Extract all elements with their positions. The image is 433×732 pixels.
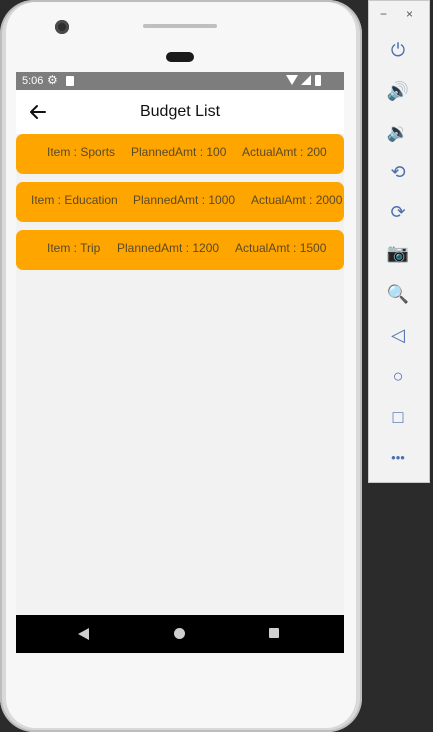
front-camera xyxy=(55,20,69,34)
planned-amount: PlannedAmt : 1200 xyxy=(117,241,220,255)
home-icon[interactable]: ○ xyxy=(384,362,412,390)
overview-icon[interactable]: □ xyxy=(384,403,412,431)
rotate-left-icon[interactable]: ⟲ xyxy=(384,158,412,186)
nav-back-icon[interactable] xyxy=(78,628,89,640)
budget-card-education[interactable]: Item : Education PlannedAmt : 1000 Actua… xyxy=(16,182,344,222)
nav-recents-icon[interactable] xyxy=(269,628,279,638)
camera-icon[interactable]: 📷 xyxy=(384,239,412,267)
zoom-icon[interactable]: 🔍 xyxy=(384,280,412,308)
close-button[interactable]: × xyxy=(406,7,413,21)
more-icon[interactable]: ••• xyxy=(384,443,412,471)
actual-amount: ActualAmt : 1500 xyxy=(235,241,327,255)
actual-amount: ActualAmt : 200 xyxy=(242,145,327,159)
actual-amount: ActualAmt : 2000 xyxy=(251,193,343,207)
system-nav-bar xyxy=(16,615,344,653)
item-label: Item : Sports xyxy=(47,145,116,159)
earpiece xyxy=(166,52,194,62)
volume-down-icon[interactable]: 🔉 xyxy=(384,118,412,146)
minimize-button[interactable]: − xyxy=(380,7,387,21)
signal-icon xyxy=(301,75,311,85)
speaker-grille xyxy=(143,24,217,28)
item-label: Item : Trip xyxy=(47,241,101,255)
back-icon[interactable]: ◁ xyxy=(384,321,412,349)
device-screen: 5:06 ⚙ Budget List Item : Sports Planned… xyxy=(16,72,344,654)
app-bar: Budget List xyxy=(16,90,344,134)
battery-icon xyxy=(315,75,321,86)
device-frame: 5:06 ⚙ Budget List Item : Sports Planned… xyxy=(0,0,362,732)
item-label: Item : Education xyxy=(31,193,118,207)
emulator-controls: − × ⏻ 🔊 🔉 ⟲ ⟳ 📷 🔍 ◁ ○ □ ••• xyxy=(368,0,430,483)
budget-card-sports[interactable]: Item : Sports PlannedAmt : 100 ActualAmt… xyxy=(16,134,344,174)
planned-amount: PlannedAmt : 1000 xyxy=(133,193,236,207)
page-title: Budget List xyxy=(139,103,221,120)
status-bar: 5:06 ⚙ xyxy=(16,72,344,90)
budget-card-trip[interactable]: Item : Trip PlannedAmt : 1200 ActualAmt … xyxy=(16,230,344,270)
status-time: 5:06 xyxy=(22,75,44,87)
sd-card-icon xyxy=(66,76,74,86)
volume-up-icon[interactable]: 🔊 xyxy=(384,77,412,105)
planned-amount: PlannedAmt : 100 xyxy=(131,145,227,159)
nav-home-icon[interactable] xyxy=(174,628,185,639)
power-icon[interactable]: ⏻ xyxy=(384,36,412,64)
rotate-right-icon[interactable]: ⟳ xyxy=(384,198,412,226)
settings-status-icon: ⚙ xyxy=(47,73,58,87)
wifi-icon xyxy=(286,75,298,85)
panel-window-controls: − × xyxy=(369,7,429,25)
